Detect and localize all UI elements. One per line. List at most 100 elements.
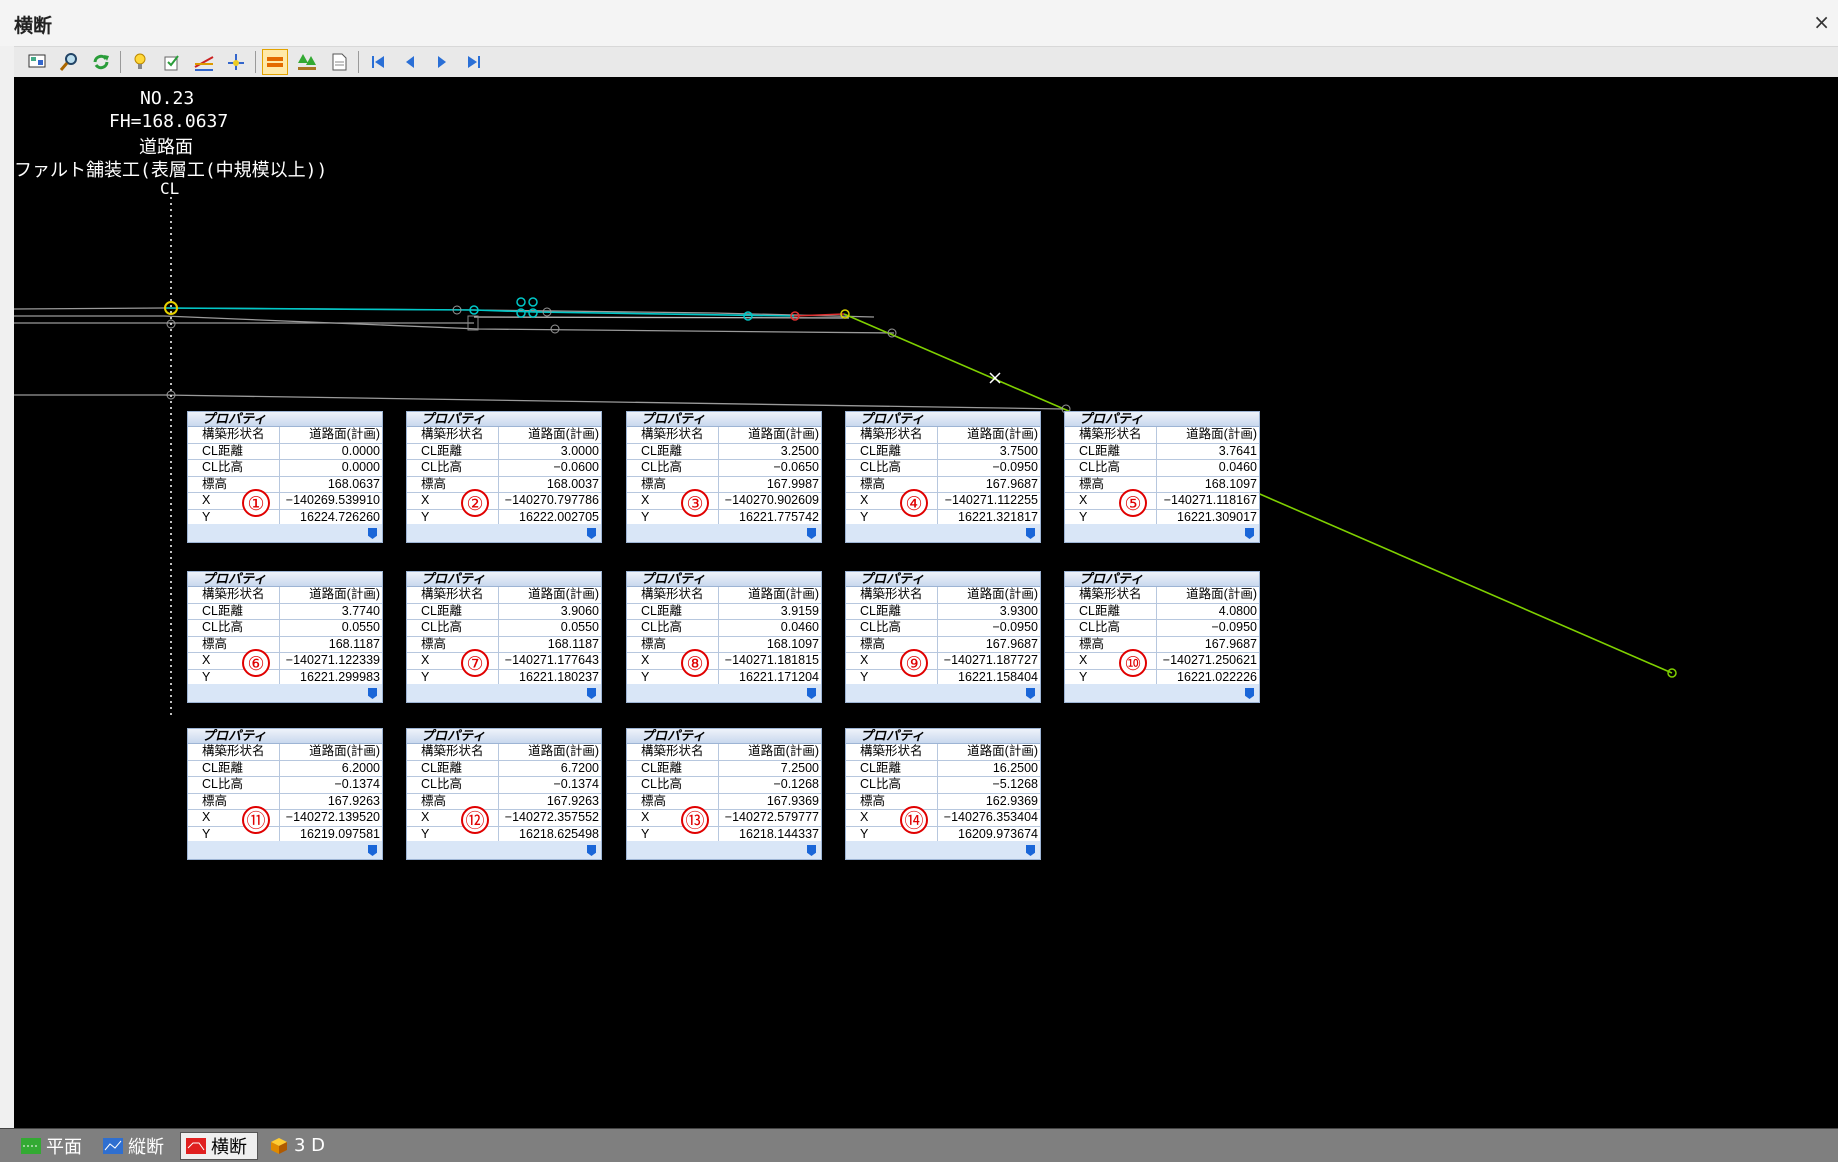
property-panel[interactable]: プロパティ 構築形状名 道路面(計画) CL距離 4.0800 CL比高 −0.0950 標高… bbox=[1064, 571, 1260, 703]
property-row: CL比高 −0.0950 bbox=[1065, 620, 1259, 637]
tab-3d[interactable]: 3 D bbox=[264, 1133, 335, 1159]
property-panel[interactable]: プロパティ 構築形状名 道路面(計画) CL距離 3.7740 CL比高 0.0550 標高 1… bbox=[187, 571, 383, 703]
cross-section-canvas[interactable]: NO.23 FH=168.0637 道路面 ファルト舗装工(表層工(中規模以上)… bbox=[14, 77, 1838, 1128]
dropdown-icon[interactable] bbox=[587, 845, 596, 856]
property-key: 標高 bbox=[1065, 636, 1157, 653]
tab-cross-section[interactable]: 横断 bbox=[180, 1131, 258, 1160]
lightbulb-button[interactable] bbox=[127, 49, 153, 75]
property-key: CL距離 bbox=[407, 603, 499, 620]
last-button[interactable] bbox=[461, 49, 487, 75]
property-panel[interactable]: プロパティ 構築形状名 道路面(計画) CL距離 3.9300 CL比高 −0.0950 標高… bbox=[845, 571, 1041, 703]
dropdown-icon[interactable] bbox=[1026, 528, 1035, 539]
property-key: CL比高 bbox=[846, 460, 938, 476]
property-panel[interactable]: プロパティ 構築形状名 道路面(計画) CL距離 6.7200 CL比高 −0.1374 標高… bbox=[406, 728, 602, 860]
dropdown-icon[interactable] bbox=[807, 688, 816, 699]
panel-footer bbox=[407, 684, 601, 702]
first-button[interactable] bbox=[365, 49, 391, 75]
property-row: 構築形状名 道路面(計画) bbox=[188, 587, 382, 604]
toolbar-separator bbox=[120, 51, 121, 73]
property-key: CL比高 bbox=[627, 777, 719, 793]
property-row: CL比高 0.0460 bbox=[627, 620, 821, 637]
property-row: X −140272.139520 bbox=[188, 810, 382, 827]
dropdown-icon[interactable] bbox=[587, 688, 596, 699]
dropdown-icon[interactable] bbox=[1245, 528, 1254, 539]
layers-button[interactable] bbox=[262, 49, 288, 75]
property-row: 構築形状名 道路面(計画) bbox=[627, 587, 821, 604]
panel-title: プロパティ bbox=[1065, 412, 1259, 427]
dropdown-icon[interactable] bbox=[807, 528, 816, 539]
panel-footer bbox=[188, 684, 382, 702]
next-button[interactable] bbox=[429, 49, 455, 75]
property-value: −140271.122339 bbox=[285, 653, 380, 668]
property-value: 道路面(計画) bbox=[748, 427, 819, 441]
property-panel[interactable]: プロパティ 構築形状名 道路面(計画) CL距離 3.7500 CL比高 −0.0950 標高… bbox=[845, 411, 1041, 543]
property-key: CL距離 bbox=[188, 603, 280, 620]
display-button[interactable] bbox=[24, 49, 50, 75]
property-key: CL距離 bbox=[846, 443, 938, 460]
property-key: CL距離 bbox=[627, 443, 719, 460]
property-panel[interactable]: プロパティ 構築形状名 道路面(計画) CL距離 6.2000 CL比高 −0.1374 標高… bbox=[187, 728, 383, 860]
tab-plan[interactable]: 平面 bbox=[16, 1133, 92, 1159]
dropdown-icon[interactable] bbox=[807, 845, 816, 856]
property-value: −140271.181815 bbox=[724, 653, 819, 668]
property-value: −140270.797786 bbox=[504, 493, 599, 508]
property-panel[interactable]: プロパティ 構築形状名 道路面(計画) CL距離 3.9159 CL比高 0.0460 標高 1… bbox=[626, 571, 822, 703]
last-icon bbox=[468, 56, 480, 68]
existing-ground-line bbox=[14, 315, 895, 334]
zoom-button[interactable] bbox=[56, 49, 82, 75]
prev-button[interactable] bbox=[397, 49, 423, 75]
property-key: CL距離 bbox=[846, 760, 938, 777]
property-row: X −140270.902609 bbox=[627, 493, 821, 510]
property-panel[interactable]: プロパティ 構築形状名 道路面(計画) CL距離 16.2500 CL比高 −5.1268 標… bbox=[845, 728, 1041, 860]
property-key: 標高 bbox=[627, 476, 719, 493]
dropdown-icon[interactable] bbox=[368, 528, 377, 539]
close-button[interactable]: × bbox=[1813, 10, 1830, 34]
title-bar: 横断 × bbox=[0, 0, 1838, 47]
panel-footer bbox=[1065, 524, 1259, 542]
refresh-button[interactable] bbox=[88, 49, 114, 75]
settings-button[interactable] bbox=[159, 49, 185, 75]
property-row: 構築形状名 道路面(計画) bbox=[846, 587, 1040, 604]
dropdown-icon[interactable] bbox=[1026, 688, 1035, 699]
property-key: 構築形状名 bbox=[407, 427, 499, 443]
property-value: −0.0600 bbox=[553, 460, 599, 475]
point-edit-button[interactable] bbox=[223, 49, 249, 75]
tab-plan-label: 平面 bbox=[46, 1136, 82, 1158]
property-panel[interactable]: プロパティ 構築形状名 道路面(計画) CL距離 3.7641 CL比高 0.0460 標高 1… bbox=[1064, 411, 1260, 543]
property-row: CL距離 3.9159 bbox=[627, 603, 821, 621]
property-row: 標高 168.1187 bbox=[407, 636, 601, 654]
property-row: CL距離 0.0000 bbox=[188, 443, 382, 461]
property-panel[interactable]: プロパティ 構築形状名 道路面(計画) CL距離 3.9060 CL比高 0.0550 標高 1… bbox=[406, 571, 602, 703]
point-number-badge: ③ bbox=[681, 489, 709, 517]
dropdown-icon[interactable] bbox=[368, 845, 377, 856]
property-value: 168.1187 bbox=[547, 636, 599, 651]
property-panel[interactable]: プロパティ 構築形状名 道路面(計画) CL距離 3.2500 CL比高 −0.0650 標高… bbox=[626, 411, 822, 543]
toolbar-separator bbox=[255, 51, 256, 73]
property-row: X −140272.357552 bbox=[407, 810, 601, 827]
tab-profile-label: 縦断 bbox=[128, 1136, 164, 1158]
property-value: 7.2500 bbox=[780, 760, 819, 775]
property-row: 標高 167.9987 bbox=[627, 476, 821, 494]
tree-button[interactable] bbox=[294, 49, 320, 75]
section-line-button[interactable] bbox=[191, 49, 217, 75]
tab-profile[interactable]: 縦断 bbox=[98, 1133, 174, 1159]
display-icon bbox=[28, 54, 46, 68]
property-row: 構築形状名 道路面(計画) bbox=[627, 427, 821, 444]
document-button[interactable] bbox=[326, 49, 352, 75]
property-value: −140269.539910 bbox=[285, 493, 380, 508]
dropdown-icon[interactable] bbox=[1245, 688, 1254, 699]
panel-footer bbox=[188, 524, 382, 542]
dropdown-icon[interactable] bbox=[1026, 845, 1035, 856]
property-panel[interactable]: プロパティ 構築形状名 道路面(計画) CL距離 0.0000 CL比高 0.0000 標高 1… bbox=[187, 411, 383, 543]
property-panel[interactable]: プロパティ 構築形状名 道路面(計画) CL距離 3.0000 CL比高 −0.0600 標高… bbox=[406, 411, 602, 543]
dropdown-icon[interactable] bbox=[368, 688, 377, 699]
property-value: 168.0637 bbox=[327, 476, 380, 491]
prev-icon bbox=[406, 56, 414, 68]
property-panel[interactable]: プロパティ 構築形状名 道路面(計画) CL距離 7.2500 CL比高 −0.1268 標高… bbox=[626, 728, 822, 860]
property-row: CL距離 3.0000 bbox=[407, 443, 601, 461]
cl-label: CL bbox=[160, 179, 180, 198]
property-row: 標高 167.9369 bbox=[627, 793, 821, 811]
property-value: −140271.112255 bbox=[944, 493, 1038, 508]
dropdown-icon[interactable] bbox=[587, 528, 596, 539]
plan-icon bbox=[21, 1137, 41, 1154]
